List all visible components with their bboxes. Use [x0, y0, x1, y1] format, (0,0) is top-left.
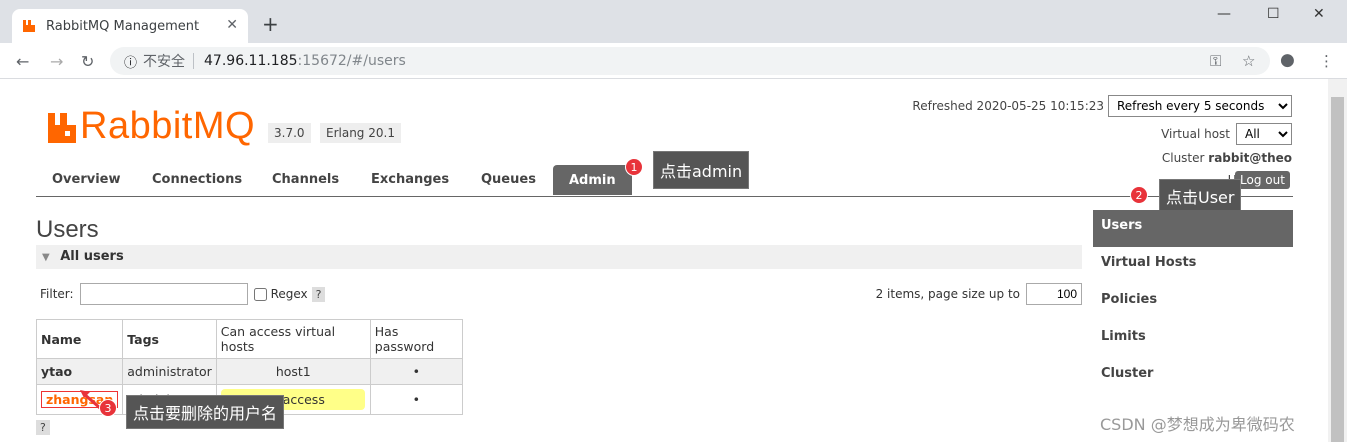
scrollbar-thumb[interactable]: [1331, 97, 1344, 442]
user-tags: administrator: [122, 358, 217, 385]
star-icon[interactable]: ☆: [1242, 52, 1255, 70]
step1-callout: 点击admin: [653, 151, 750, 189]
tab-exchanges[interactable]: Exchanges: [371, 172, 449, 187]
logo-text: RabbitMQ: [80, 105, 256, 147]
rabbitmq-logo: RabbitMQ: [48, 105, 255, 148]
page-content: RabbitMQ 3.7.0 Erlang 20.1 Refreshed 202…: [0, 79, 1328, 442]
regex-label: Regex: [270, 287, 308, 301]
filter-bar: Filter: Regex ?: [40, 283, 326, 305]
profile-icon[interactable]: ●: [1280, 50, 1295, 70]
user-has-password: •: [369, 358, 463, 385]
user-vhosts: host1: [215, 358, 371, 385]
collapse-triangle-icon: ▼: [42, 252, 50, 263]
refreshed-timestamp: Refreshed 2020-05-25 10:15:23: [912, 99, 1104, 113]
page-title: Users: [36, 216, 99, 243]
col-name: Name: [35, 319, 124, 359]
vhost-label: Virtual host: [1161, 127, 1230, 141]
col-has-password: Has password: [369, 319, 463, 359]
sidebar-item-limits[interactable]: Limits: [1093, 321, 1293, 358]
info-icon[interactable]: ⓘ: [124, 52, 137, 71]
url-host: 47.96.11.185: [204, 53, 298, 69]
minimize-icon[interactable]: —: [1217, 6, 1231, 22]
close-window-icon[interactable]: ✕: [1313, 6, 1325, 22]
step2-callout: 点击User: [1159, 179, 1242, 213]
browser-toolbar: ← → ↻ ⓘ 不安全 47.96.11.185:15672/#/users ⚿…: [0, 43, 1347, 79]
all-users-section-header[interactable]: ▼ All users: [36, 245, 1082, 269]
sidebar-item-virtual-hosts[interactable]: Virtual Hosts: [1093, 247, 1293, 284]
regex-help-button[interactable]: ?: [311, 286, 326, 302]
refresh-select[interactable]: Refresh every 5 seconds: [1108, 95, 1292, 117]
page-size-control: 2 items, page size up to: [876, 283, 1082, 305]
maximize-icon[interactable]: ☐: [1267, 6, 1280, 22]
reload-icon[interactable]: ↻: [81, 52, 94, 71]
regex-checkbox[interactable]: [253, 287, 267, 301]
vhost-select[interactable]: All: [1236, 123, 1292, 145]
filter-input[interactable]: [79, 283, 248, 305]
col-vhosts: Can access virtual hosts: [215, 319, 371, 359]
filter-label: Filter:: [40, 287, 74, 301]
rabbitmq-favicon-icon: [23, 20, 35, 32]
csdn-watermark: CSDN @梦想成为卑微码农: [1100, 415, 1295, 434]
step2-number: 2: [1130, 186, 1148, 204]
step3-number: 3: [99, 399, 117, 417]
key-icon[interactable]: ⚿: [1210, 52, 1221, 70]
rabbitmq-logo-icon: [48, 112, 76, 143]
browser-tab-strip: RabbitMQ Management ✕ + — ☐ ✕: [0, 0, 1347, 43]
page-size-label: 2 items, page size up to: [875, 287, 1020, 301]
browser-tab[interactable]: RabbitMQ Management ✕: [12, 9, 248, 43]
tab-connections[interactable]: Connections: [152, 172, 242, 187]
close-tab-icon[interactable]: ✕: [226, 17, 238, 33]
step3-callout: 点击要删除的用户名: [126, 395, 285, 429]
step1-number: 1: [625, 158, 643, 176]
tab-admin[interactable]: Admin: [553, 165, 632, 195]
url-path: :15672/#/users: [297, 53, 406, 69]
insecure-label: 不安全: [143, 54, 186, 70]
user-name-text: ytao: [41, 364, 73, 379]
sidebar-item-cluster[interactable]: Cluster: [1093, 358, 1293, 395]
table-help-button[interactable]: ?: [36, 420, 50, 435]
tab-queues[interactable]: Queues: [481, 172, 536, 187]
section-title: All users: [60, 249, 124, 264]
new-tab-icon[interactable]: +: [262, 14, 279, 34]
back-icon[interactable]: ←: [16, 52, 29, 71]
user-name-link[interactable]: ytao: [35, 358, 124, 385]
table-row: ytao administrator host1 •: [35, 358, 463, 385]
version-badge: 3.7.0: [268, 123, 311, 143]
address-bar[interactable]: ⓘ 不安全 47.96.11.185:15672/#/users: [110, 47, 1270, 75]
erlang-badge: Erlang 20.1: [320, 123, 401, 143]
page-scrollbar[interactable]: [1328, 79, 1347, 442]
browser-tab-title: RabbitMQ Management: [46, 18, 200, 34]
tab-channels[interactable]: Channels: [272, 172, 339, 187]
tab-overview[interactable]: Overview: [52, 172, 121, 187]
table-header-row: Name Tags Can access virtual hosts Has p…: [35, 319, 463, 359]
user-has-password: •: [369, 384, 463, 415]
sidebar-item-policies[interactable]: Policies: [1093, 284, 1293, 321]
omnibox-divider: [193, 53, 195, 69]
admin-sidebar: Users Virtual Hosts Policies Limits Clus…: [1093, 210, 1293, 395]
forward-icon[interactable]: →: [50, 52, 63, 71]
page-size-input[interactable]: [1026, 283, 1082, 305]
sidebar-item-users[interactable]: Users: [1093, 210, 1293, 247]
col-tags: Tags: [122, 319, 217, 359]
menu-icon[interactable]: ⋮: [1319, 52, 1334, 70]
